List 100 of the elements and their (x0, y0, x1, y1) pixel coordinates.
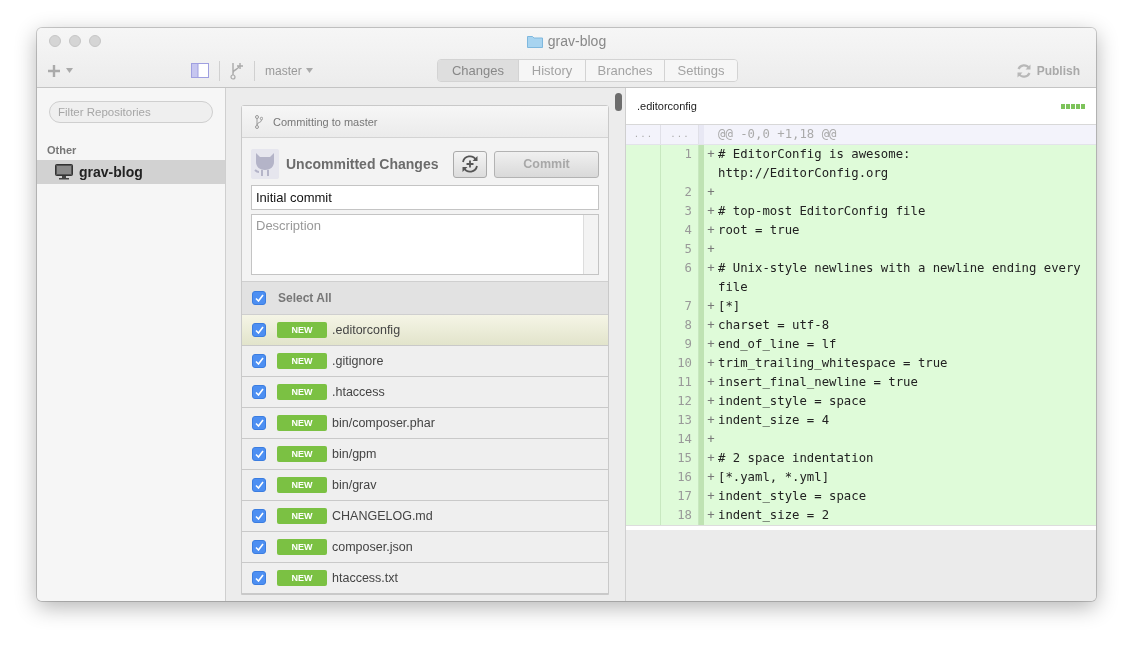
scrollbar-thumb[interactable] (615, 93, 622, 111)
file-name: CHANGELOG.md (332, 509, 433, 523)
checkbox[interactable] (252, 571, 266, 585)
check-icon (254, 419, 264, 427)
diff-sign: + (706, 241, 716, 258)
diff-sign: + (706, 488, 716, 505)
repository-item[interactable]: grav-blog (37, 160, 225, 184)
cat-avatar-icon (251, 149, 279, 179)
file-name: htaccess.txt (332, 571, 398, 585)
sidebar-toggle-icon[interactable] (191, 63, 209, 78)
line-number: ... (632, 128, 655, 141)
diff-sign: + (706, 336, 716, 353)
hunk-header: @@ -0,0 +1,18 @@ (718, 126, 838, 143)
check-icon (254, 481, 264, 489)
file-name: .gitignore (332, 354, 384, 368)
check-icon (254, 326, 264, 334)
checkbox[interactable] (252, 291, 266, 305)
line-number: 1 (683, 146, 693, 163)
code-line: indent_style = space (718, 488, 868, 505)
check-icon (254, 294, 264, 302)
checkbox[interactable] (252, 540, 266, 554)
line-number: 7 (683, 298, 693, 315)
line-number: 15 (676, 450, 693, 467)
file-name: .htaccess (332, 385, 385, 399)
status-badge: NEW (277, 446, 327, 462)
diff-sign: + (706, 393, 716, 410)
sync-button[interactable] (453, 150, 487, 178)
plus-icon[interactable] (47, 63, 61, 78)
line-number: 18 (676, 507, 693, 524)
line-number: 16 (676, 469, 693, 486)
status-badge: NEW (277, 415, 327, 431)
commit-title: Uncommitted Changes (286, 156, 440, 172)
diff-sign: + (706, 146, 716, 163)
checkbox[interactable] (252, 478, 266, 492)
diff-stat-icon (1061, 103, 1085, 109)
file-name: bin/gpm (332, 447, 377, 461)
checkbox[interactable] (252, 416, 266, 430)
check-icon (254, 574, 264, 582)
check-icon (254, 388, 264, 396)
branch-add-icon[interactable] (230, 61, 244, 80)
diff-sign: + (706, 317, 716, 334)
diff-sign: + (706, 298, 716, 315)
line-number: 2 (683, 184, 693, 201)
code-line: root = true (718, 222, 801, 239)
code-line: indent_size = 2 (718, 507, 831, 524)
check-icon (254, 357, 264, 365)
diff-sign: + (706, 412, 716, 429)
caret-icon[interactable] (66, 68, 73, 73)
code-line: trim_trailing_whitespace = true (718, 355, 949, 372)
code-line: indent_size = 4 (718, 412, 831, 429)
diff-sign: + (706, 355, 716, 372)
diff-sign: + (706, 374, 716, 391)
file-name: bin/grav (332, 478, 377, 492)
file-row[interactable]: NEW .editorconfig (242, 315, 608, 346)
branch-label: Committing to master (273, 115, 378, 128)
filter-field[interactable]: Filter Repositories (49, 101, 213, 123)
diff-sign: + (706, 469, 716, 486)
line-number: 11 (676, 374, 693, 391)
status-badge: NEW (277, 384, 327, 400)
checkbox[interactable] (252, 385, 266, 399)
diff-sign: + (706, 203, 716, 220)
line-number: 3 (683, 203, 693, 220)
check-icon (254, 543, 264, 551)
diff-sign: + (706, 222, 716, 239)
file-name: bin/composer.phar (332, 416, 435, 430)
code-line: insert_final_newline = true (718, 374, 919, 391)
code-line: charset = utf-8 (718, 317, 831, 334)
diff-sign: + (706, 184, 716, 201)
line-number: 14 (676, 431, 693, 448)
file-name: composer.json (332, 540, 413, 554)
code-line: end_of_line = lf (718, 336, 838, 353)
status-badge: NEW (277, 570, 327, 586)
checkbox[interactable] (252, 323, 266, 337)
code-line: # EditorConfig is awesome: http://EditorConfig.org (718, 146, 912, 182)
code-line: # top-most EditorConfig file (718, 203, 927, 220)
checkbox[interactable] (252, 509, 266, 523)
status-badge: NEW (277, 322, 327, 338)
file-name: .editorconfig (332, 323, 401, 337)
description-field[interactable]: Description (251, 214, 599, 275)
code-line: [*.yaml, *.yml] (718, 469, 831, 486)
checkbox[interactable] (252, 447, 266, 461)
select-all-label: Select All (278, 291, 332, 305)
branch-icon (255, 114, 263, 129)
status-badge: NEW (277, 508, 327, 524)
summary-field[interactable]: Initial commit (251, 185, 599, 210)
status-badge: NEW (277, 353, 327, 369)
diff-sign: + (706, 450, 716, 467)
line-number: 10 (676, 355, 693, 372)
code-line: # Unix-style newlines with a newline ending every file (718, 260, 1082, 296)
line-number: 9 (683, 336, 693, 353)
status-badge: NEW (277, 539, 327, 555)
line-number: 12 (676, 393, 693, 410)
line-number: ... (669, 128, 691, 141)
line-number: 6 (683, 260, 693, 277)
folder-icon (526, 34, 543, 48)
checkbox[interactable] (252, 354, 266, 368)
monitor-icon (55, 164, 73, 180)
diff-sign: + (706, 260, 716, 277)
line-number: 8 (683, 317, 693, 334)
check-icon (254, 450, 264, 458)
